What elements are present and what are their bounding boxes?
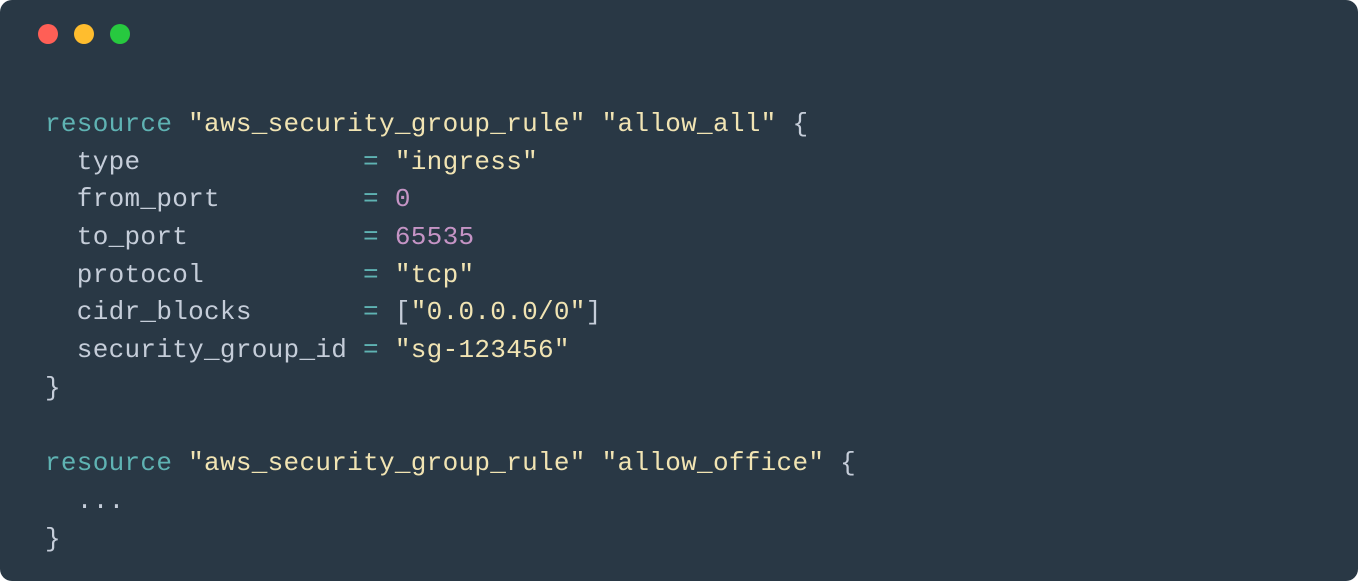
code-window: resource "aws_security_group_rule" "allo… xyxy=(0,0,1358,581)
code-bracket: ] xyxy=(586,297,602,327)
code-brace: } xyxy=(45,373,61,403)
code-string: "tcp" xyxy=(395,260,475,290)
code-string: "0.0.0.0/0" xyxy=(411,297,586,327)
code-string: "aws_security_group_rule" xyxy=(188,448,586,478)
code-attr: to_port xyxy=(45,222,347,252)
code-keyword: resource xyxy=(45,109,172,139)
code-ellipsis: ... xyxy=(45,486,125,516)
code-attr: security_group_id xyxy=(45,335,347,365)
code-bracket: [ xyxy=(395,297,411,327)
code-eq: = xyxy=(347,222,395,252)
code-brace: { xyxy=(777,109,809,139)
code-string: "ingress" xyxy=(395,147,538,177)
code-number: 0 xyxy=(395,184,411,214)
code-string: "sg-123456" xyxy=(395,335,570,365)
code-content: resource "aws_security_group_rule" "allo… xyxy=(0,44,1358,581)
maximize-icon[interactable] xyxy=(110,24,130,44)
code-brace: } xyxy=(45,524,61,554)
code-keyword: resource xyxy=(45,448,172,478)
code-string: "allow_office" xyxy=(602,448,825,478)
minimize-icon[interactable] xyxy=(74,24,94,44)
code-eq: = xyxy=(347,297,395,327)
close-icon[interactable] xyxy=(38,24,58,44)
window-titlebar xyxy=(0,0,1358,44)
code-eq: = xyxy=(347,147,395,177)
code-eq: = xyxy=(347,335,395,365)
code-string: "aws_security_group_rule" xyxy=(188,109,586,139)
code-attr: cidr_blocks xyxy=(45,297,347,327)
code-brace: { xyxy=(824,448,856,478)
code-attr: from_port xyxy=(45,184,347,214)
code-eq: = xyxy=(347,184,395,214)
code-string: "allow_all" xyxy=(602,109,777,139)
code-number: 65535 xyxy=(395,222,475,252)
code-attr: type xyxy=(45,147,347,177)
code-eq: = xyxy=(347,260,395,290)
code-attr: protocol xyxy=(45,260,347,290)
